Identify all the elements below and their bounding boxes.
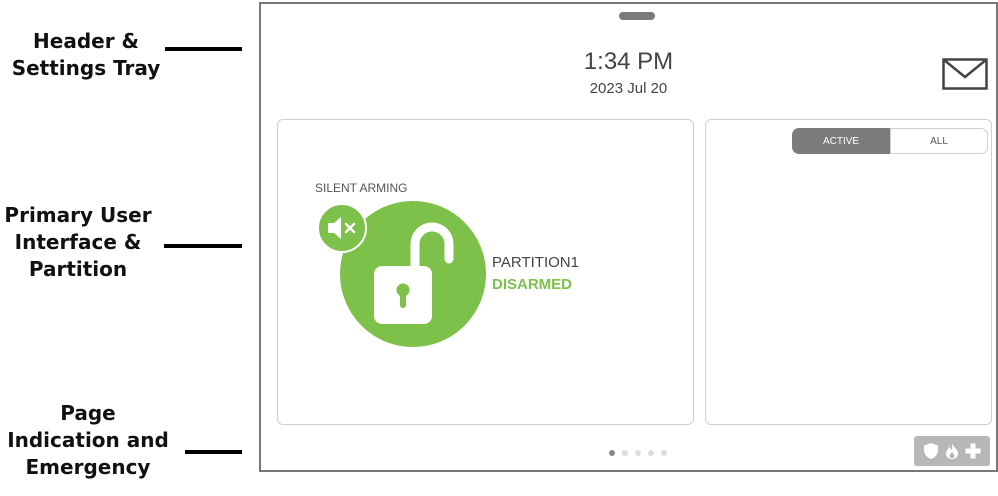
partition-name: PARTITION1: [492, 254, 579, 271]
annotation-primary-line-2: Interface &: [14, 230, 142, 254]
clock-date: 2023 Jul 20: [589, 80, 668, 97]
settings-tray-handle[interactable]: [619, 12, 655, 20]
fire-icon: [946, 443, 958, 459]
annotation-page-line-1: Page: [60, 401, 116, 425]
silent-arming-toggle[interactable]: [317, 203, 367, 253]
annotation-primary-line-3: Partition: [28, 257, 128, 281]
speaker-muted-icon: [328, 217, 356, 239]
emergency-button[interactable]: [914, 436, 990, 466]
annotation-page-line-2: Indication and: [7, 428, 169, 452]
partition-card: SILENT ARMING PARTITION1 DISARMED: [277, 119, 694, 425]
page-indicator: [609, 450, 667, 456]
clock-time: 1:34 PM: [583, 48, 674, 75]
page-dot-4[interactable]: [648, 450, 654, 456]
envelope-icon[interactable]: [942, 58, 988, 90]
page-dot-5[interactable]: [661, 450, 667, 456]
tab-active[interactable]: ACTIVE: [792, 128, 890, 154]
annotation-header-line-1: Header &: [33, 29, 139, 53]
annotation-header: Header & Settings Tray: [0, 28, 172, 82]
annotation-page-line-3: Emergency: [25, 455, 151, 479]
annotation-header-line-2: Settings Tray: [11, 56, 161, 80]
medical-cross-icon: [965, 443, 981, 459]
annotation-primary: Primary User Interface & Partition: [0, 202, 156, 283]
tab-all[interactable]: ALL: [890, 128, 988, 154]
annotation-page: Page Indication and Emergency: [0, 400, 176, 481]
shield-icon: [924, 443, 938, 459]
page-dot-1[interactable]: [609, 450, 615, 456]
annotation-page-pointer: [185, 450, 242, 454]
page-dot-2[interactable]: [622, 450, 628, 456]
annotation-primary-pointer: [164, 244, 242, 248]
events-filter-tabs: ACTIVE ALL: [792, 128, 988, 154]
annotation-header-pointer: [165, 47, 242, 51]
silent-arming-label: SILENT ARMING: [315, 181, 408, 195]
partition-status: DISARMED: [492, 276, 573, 293]
events-card: ACTIVE ALL: [705, 119, 992, 425]
panel-screen: 1:34 PM 2023 Jul 20 SILENT ARMING PARTIT…: [259, 2, 998, 472]
annotation-primary-line-1: Primary User: [4, 203, 152, 227]
page-dot-3[interactable]: [635, 450, 641, 456]
